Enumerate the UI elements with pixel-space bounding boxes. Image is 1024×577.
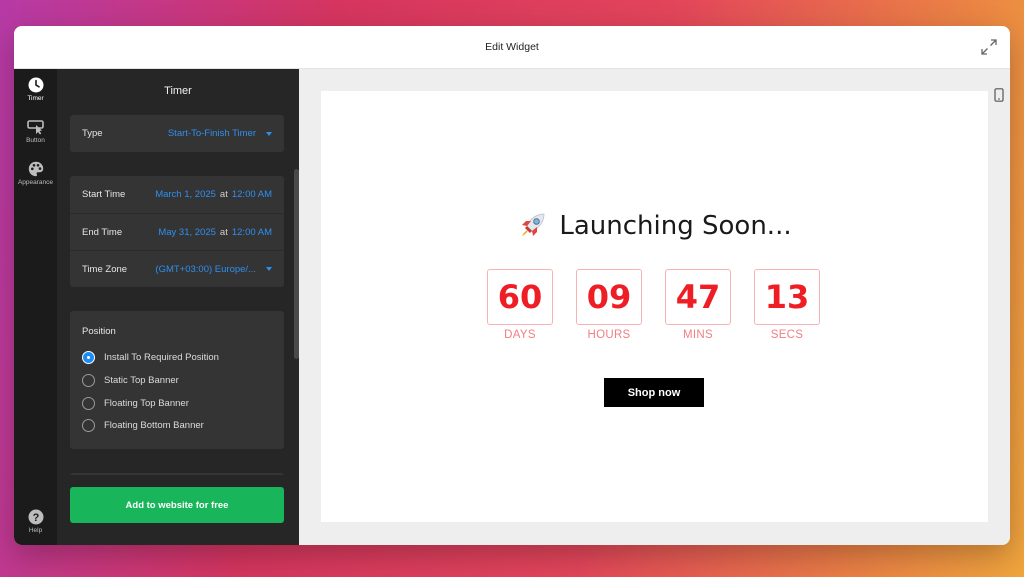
edit-widget-window: Edit Widget Timer Button Appearance ? He… (14, 26, 1010, 545)
panel-footer: Add to website for free (57, 475, 299, 545)
rail-item-label: Appearance (17, 179, 54, 186)
end-date-field[interactable]: May 31, 2025 (158, 227, 216, 238)
countdown-timer: 60 DAYS 09 HOURS 47 MINS 13 SECS (487, 269, 820, 341)
shop-now-button[interactable]: Shop now (604, 378, 704, 407)
position-option-label: Static Top Banner (104, 375, 179, 386)
rail-item-label: Button (26, 137, 45, 144)
add-to-website-button[interactable]: Add to website for free (70, 487, 284, 523)
position-option-static-top[interactable]: Static Top Banner (82, 374, 179, 387)
help-icon: ? (28, 509, 43, 525)
radio-icon (82, 397, 95, 410)
rail-item-appearance[interactable]: Appearance (14, 161, 57, 186)
timer-unit-secs: 13 SECS (754, 269, 820, 341)
radio-icon (82, 374, 95, 387)
at-label: at (219, 226, 228, 238)
timer-value: 13 (754, 269, 820, 325)
palette-icon (28, 161, 43, 177)
position-option-label: Floating Bottom Banner (104, 420, 204, 431)
radio-selected-icon (82, 351, 95, 364)
start-time-row: Start Time March 1, 2025 at 12:00 AM (70, 176, 284, 213)
start-date-field[interactable]: March 1, 2025 (155, 189, 216, 200)
rail-item-label: Timer (27, 95, 44, 102)
cursor-icon (26, 120, 44, 135)
timer-label: MINS (683, 329, 713, 341)
type-select[interactable]: Type Start-To-Finish Timer (70, 115, 284, 152)
position-title: Position (82, 326, 116, 337)
widget-preview: Launching Soon... 60 DAYS 09 HOURS 47 MI… (321, 91, 988, 522)
end-time-label: End Time (82, 226, 123, 238)
end-time-row: End Time May 31, 2025 at 12:00 AM (70, 213, 284, 250)
timer-value: 60 (487, 269, 553, 325)
chevron-down-icon (266, 267, 272, 271)
time-card: Start Time March 1, 2025 at 12:00 AM End… (70, 176, 284, 287)
timer-value: 47 (665, 269, 731, 325)
position-option-label: Floating Top Banner (104, 398, 189, 409)
expand-icon[interactable] (980, 38, 998, 56)
title-bar: Edit Widget (14, 26, 1010, 69)
start-time-field[interactable]: 12:00 AM (232, 189, 272, 200)
timer-label: SECS (770, 329, 804, 341)
settings-panel: Timer Type Start-To-Finish Timer Start T… (57, 69, 299, 545)
position-option-install[interactable]: Install To Required Position (82, 351, 219, 364)
rocket-icon (522, 213, 545, 236)
position-card: Position Install To Required Position St… (70, 311, 284, 449)
timer-label: HOURS (587, 329, 631, 341)
svg-text:?: ? (32, 512, 39, 524)
timer-label: DAYS (504, 329, 536, 341)
timezone-select[interactable]: Time Zone (GMT+03:00) Europe/... (70, 250, 284, 287)
timer-unit-days: 60 DAYS (487, 269, 553, 341)
start-time-label: Start Time (82, 189, 126, 200)
position-option-floating-top[interactable]: Floating Top Banner (82, 397, 189, 410)
sidebar-rail: Timer Button Appearance ? Help (14, 69, 57, 545)
rail-item-help[interactable]: ? Help (14, 509, 57, 534)
timezone-value: (GMT+03:00) Europe/... (155, 263, 256, 275)
preview-area: Launching Soon... 60 DAYS 09 HOURS 47 MI… (299, 69, 1010, 545)
position-option-label: Install To Required Position (104, 352, 219, 363)
radio-icon (82, 419, 95, 432)
clock-icon (28, 77, 43, 93)
rail-item-button[interactable]: Button (14, 119, 57, 144)
headline-text: Launching Soon... (559, 211, 792, 241)
mobile-preview-icon[interactable] (994, 88, 1004, 102)
window-title: Edit Widget (485, 41, 539, 53)
timer-unit-hours: 09 HOURS (576, 269, 642, 341)
panel-title: Timer (164, 85, 192, 97)
timezone-label: Time Zone (82, 263, 128, 275)
rail-item-label: Help (28, 527, 43, 534)
type-label: Type (82, 128, 103, 139)
timer-unit-mins: 47 MINS (665, 269, 731, 341)
headline: Launching Soon... (321, 211, 988, 241)
at-label: at (219, 189, 228, 200)
chevron-down-icon (266, 131, 272, 136)
type-value: Start-To-Finish Timer (167, 128, 256, 139)
position-option-floating-bottom[interactable]: Floating Bottom Banner (82, 419, 204, 432)
end-time-field[interactable]: 12:00 AM (232, 227, 272, 238)
rail-item-timer[interactable]: Timer (14, 77, 57, 102)
type-card: Type Start-To-Finish Timer (70, 115, 284, 152)
timer-value: 09 (576, 269, 642, 325)
